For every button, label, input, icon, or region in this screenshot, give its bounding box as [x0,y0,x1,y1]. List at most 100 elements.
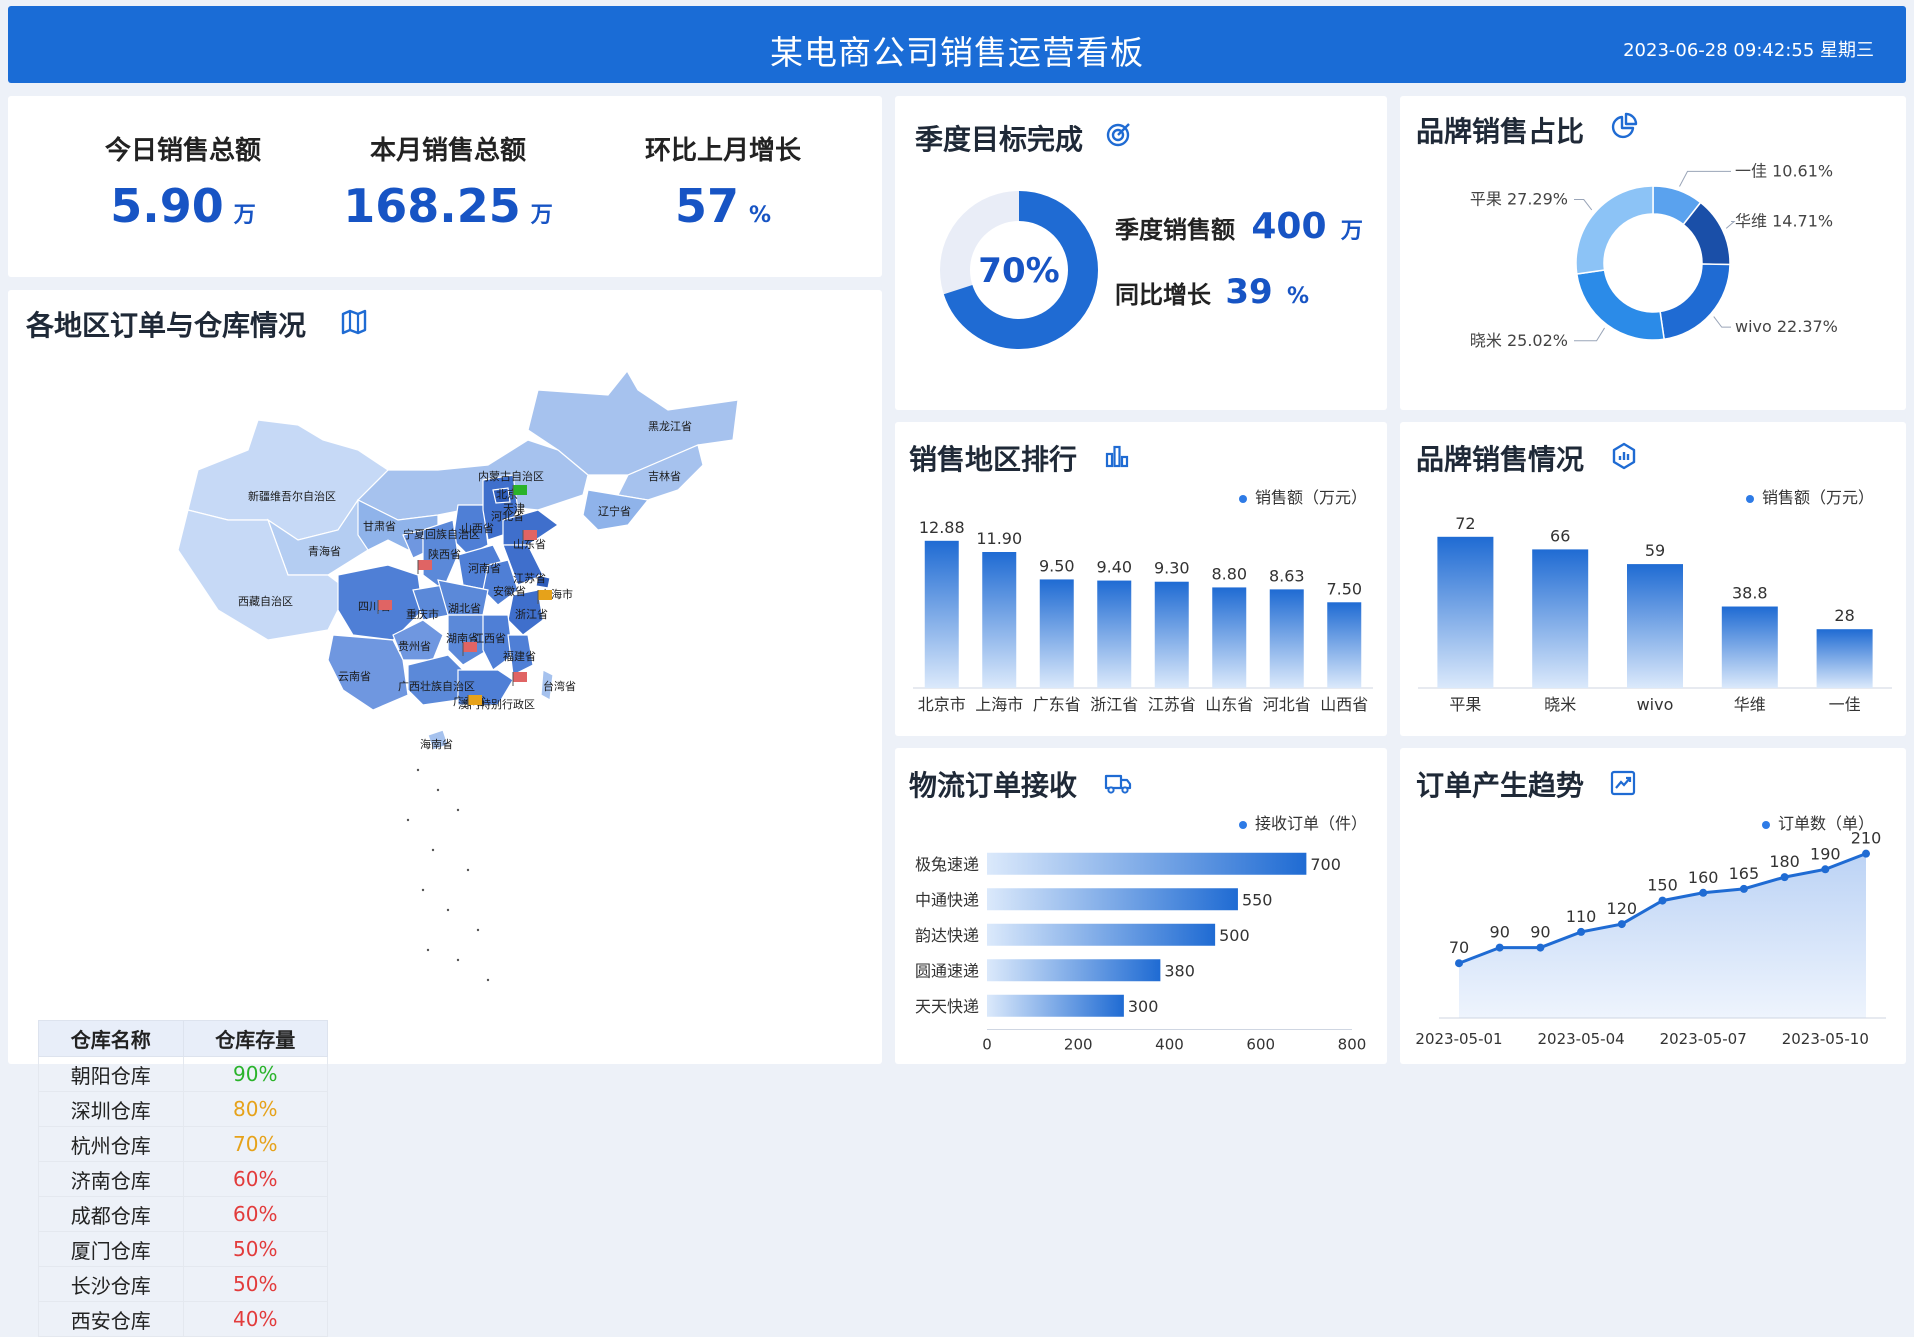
region-rank-title: 销售地区排行 [909,443,1078,476]
bar[interactable] [982,552,1017,688]
x-tick-label: 800 [1338,1036,1367,1054]
point-value-label: 210 [1851,829,1882,848]
kpi-today-sales: 今日销售总额 5.90 万 [68,130,298,233]
brand-sales-panel: 品牌销售情况 销售额（万元） 72 平果 66 晓米 59 wivo 38.8 华维 28 一佳 [1400,422,1906,736]
share-slice [1659,263,1731,341]
trend-point[interactable] [1780,873,1789,882]
bar[interactable] [987,994,1124,1017]
x-tick-label: wivo [1637,695,1674,714]
region-label: 海南省 [420,737,453,751]
warehouse-row: 深圳仓库 80% [38,1091,328,1127]
island-dot [431,848,435,852]
bar[interactable] [1816,629,1873,688]
quarter-sales-label: 季度销售额 [1115,216,1235,244]
trend-chart-icon [1610,770,1636,796]
bar-value-label: 500 [1219,926,1250,945]
bar-value-label: 28 [1834,606,1854,625]
share-leader-line [1679,170,1731,187]
region-label: 湖北省 [448,602,481,615]
trend-point[interactable] [1617,920,1626,929]
trend-point[interactable] [1699,888,1708,897]
bar-value-label: 7.50 [1326,579,1362,598]
warehouse-row: 长沙仓库 50% [38,1266,328,1302]
logistics-panel: 物流订单接收 接收订单（件） 极兔速递 700 中通快递 550 韵达快递 500 圆通速递… [895,748,1387,1064]
trend-point[interactable] [1577,927,1586,936]
x-tick-label: 上海市 [975,695,1023,714]
bar[interactable] [1039,579,1074,688]
trend-panel: 订单产生趋势 订单数（单） 70 90 90 110 120 150 160 165 180 19… [1400,748,1906,1064]
region-label: 河北省 [491,510,524,523]
share-leader-line [1725,221,1736,229]
flag-hangzhou[interactable] [538,590,552,600]
bar[interactable] [1437,536,1494,688]
region-label: 江苏省 [513,572,546,585]
flag-chaoyang[interactable] [513,485,527,495]
flag-xiamen[interactable] [513,672,527,682]
bar[interactable] [987,959,1161,982]
point-value-label: 190 [1810,844,1841,863]
bar[interactable] [1097,580,1132,688]
bar[interactable] [1154,581,1189,688]
bar[interactable] [924,540,959,688]
island-dot [436,788,440,792]
warehouse-stock: 80% [182,1091,328,1127]
bar-value-label: 11.90 [976,529,1022,548]
region-label: 江西省 [473,632,506,645]
island-dot [426,948,430,952]
point-value-label: 120 [1607,899,1638,918]
x-tick-label: 200 [1064,1036,1093,1054]
bar-value-label: 72 [1455,514,1475,533]
island-dot [486,978,490,982]
trend-point[interactable] [1536,943,1545,952]
point-value-label: 160 [1688,868,1719,887]
trend-point[interactable] [1455,959,1463,968]
warehouse-name: 长沙仓库 [38,1266,184,1302]
warehouse-stock: 60% [182,1196,328,1232]
target-icon [1106,123,1130,147]
island-dot [476,928,480,932]
point-value-label: 110 [1566,907,1597,926]
flag-chengdu[interactable] [378,600,392,610]
kpi-unit: 万 [530,203,553,228]
point-value-label: 90 [1490,923,1510,942]
y-tick-label: 圆通速递 [915,961,979,980]
warehouse-row: 厦门仓库 50% [38,1231,328,1267]
bar[interactable] [1212,587,1247,688]
warehouse-name-header: 仓库名称 [38,1020,184,1057]
trend-point[interactable] [1495,943,1504,952]
bar[interactable] [1269,589,1304,688]
bar[interactable] [987,852,1307,875]
x-tick-label: 一佳 [1829,695,1861,714]
bar[interactable] [987,888,1238,911]
bar-value-label: 9.30 [1154,559,1190,578]
warehouse-name: 深圳仓库 [38,1091,184,1127]
trend-point[interactable] [1821,865,1830,874]
map-panel-title: 各地区订单与仓库情况 [26,309,307,342]
point-value-label: 70 [1449,938,1469,957]
map-panel: 各地区订单与仓库情况 黑龙江省 吉林省 辽宁省 内蒙古自治区 新疆维吾尔自治区 青海省 西藏… [8,290,882,1337]
bar-value-label: 9.50 [1039,556,1075,575]
point-value-label: 165 [1729,864,1760,883]
bar[interactable] [1721,606,1778,688]
trend-point[interactable] [1658,896,1667,905]
china-map[interactable]: 黑龙江省吉林省辽宁省内蒙古自治区新疆维吾尔自治区青海省西藏自治区甘肃省宁夏回族自… [158,350,738,1050]
logistics-title: 物流订单接收 [909,769,1078,802]
trend-point[interactable] [1739,884,1748,893]
bar[interactable] [1532,549,1589,688]
bar[interactable] [1627,564,1683,688]
flag-changsha[interactable] [463,642,477,652]
kpi-value: 168.25 [343,179,521,233]
warehouse-row: 朝阳仓库 90% [38,1056,328,1092]
warehouse-row: 杭州仓库 70% [38,1126,328,1162]
region-label: 吉林省 [648,469,681,483]
warehouse-table: 仓库名称 仓库存量 朝阳仓库 90% 深圳仓库 80% 杭州仓库 70% 济南仓库 60% 成都… [38,1020,328,1337]
trend-point[interactable] [1862,849,1870,858]
region-label: 西藏自治区 [238,594,293,608]
bar[interactable] [987,923,1216,946]
flag-jinan[interactable] [523,530,537,540]
warehouse-name: 济南仓库 [38,1161,184,1197]
flag-xian[interactable] [418,560,432,570]
bar[interactable] [1327,602,1362,688]
flag-shenzhen[interactable] [468,695,482,705]
quarter-growth-label: 同比增长 [1115,281,1211,309]
